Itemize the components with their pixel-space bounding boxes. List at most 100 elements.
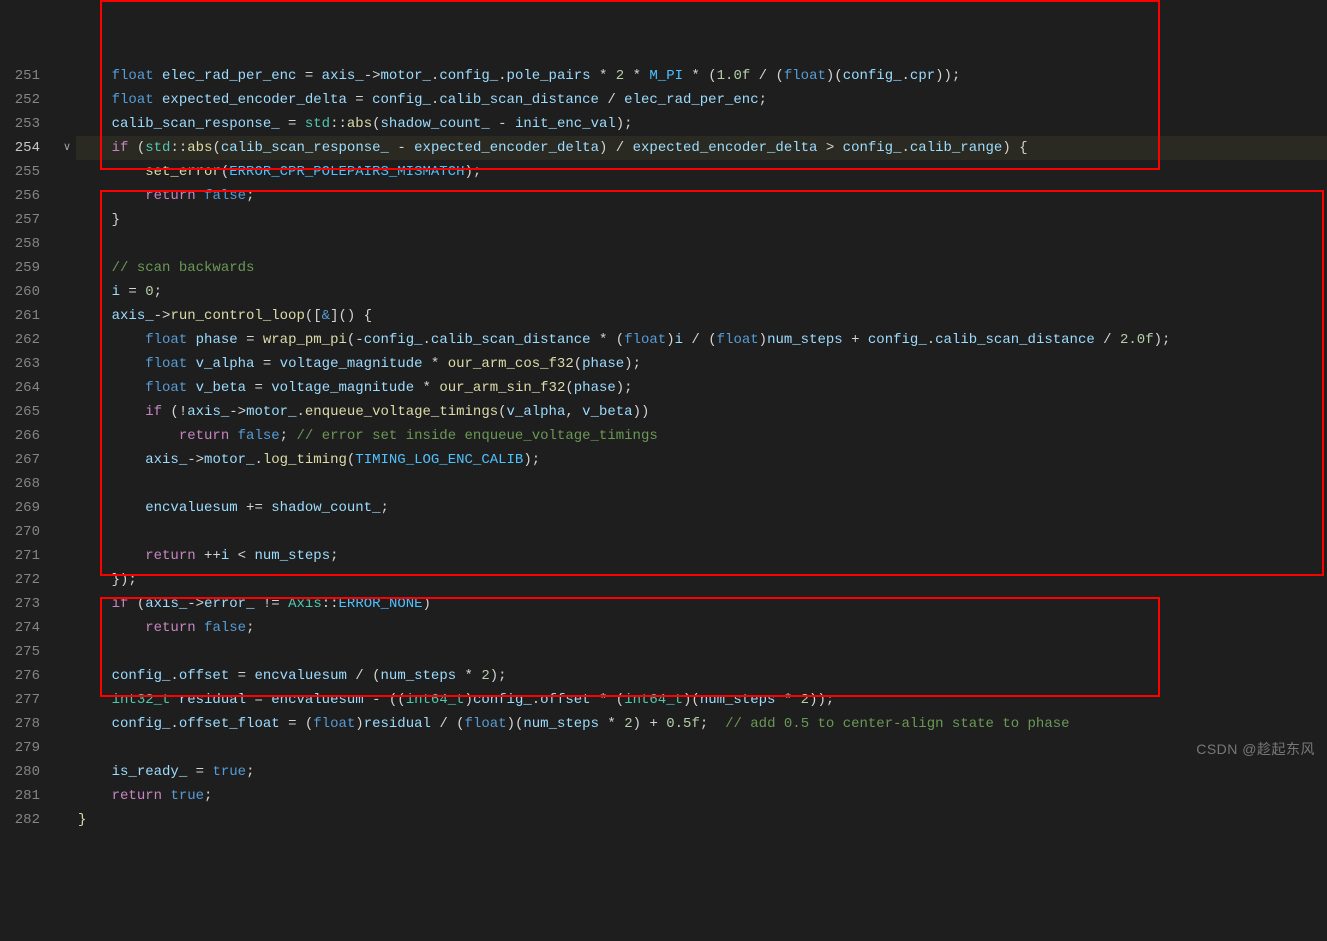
fold-marker[interactable] (58, 736, 76, 760)
code-token: set_error (145, 164, 221, 180)
fold-marker[interactable] (58, 160, 76, 184)
code-line[interactable]: if (axis_->error_ != Axis::ERROR_NONE) (76, 592, 1327, 616)
code-token: . (170, 668, 178, 684)
code-token (843, 332, 851, 348)
code-line[interactable] (76, 640, 1327, 664)
code-line[interactable]: calib_scan_response_ = std::abs(shadow_c… (76, 112, 1327, 136)
fold-marker[interactable] (58, 424, 76, 448)
code-token: } (78, 212, 120, 228)
code-token: axis_ (145, 452, 187, 468)
code-line[interactable]: config_.offset = encvaluesum / (num_step… (76, 664, 1327, 688)
code-token (448, 716, 456, 732)
code-token: axis_ (187, 404, 229, 420)
fold-marker[interactable] (58, 64, 76, 88)
code-token: abs (187, 140, 212, 156)
fold-column[interactable] (58, 64, 76, 829)
fold-marker[interactable] (58, 472, 76, 496)
fold-marker[interactable] (58, 136, 76, 160)
fold-marker[interactable] (58, 808, 76, 832)
code-area[interactable]: float elec_rad_per_enc = axis_->motor_.c… (76, 64, 1327, 829)
code-token (700, 332, 708, 348)
fold-marker[interactable] (58, 592, 76, 616)
fold-marker[interactable] (58, 280, 76, 304)
code-line[interactable] (76, 520, 1327, 544)
line-number: 264 (0, 376, 40, 400)
fold-marker[interactable] (58, 208, 76, 232)
code-line[interactable]: float elec_rad_per_enc = axis_->motor_.c… (76, 64, 1327, 88)
code-token: ; (204, 788, 212, 804)
code-token (591, 68, 599, 84)
fold-marker[interactable] (58, 664, 76, 688)
fold-marker[interactable] (58, 304, 76, 328)
code-line[interactable]: float v_beta = voltage_magnitude * our_a… (76, 376, 1327, 400)
fold-marker[interactable] (58, 376, 76, 400)
code-token (154, 68, 162, 84)
code-line[interactable]: }); (76, 568, 1327, 592)
code-line[interactable]: // scan backwards (76, 256, 1327, 280)
code-line[interactable]: encvaluesum += shadow_count_; (76, 496, 1327, 520)
code-token: ); (616, 116, 633, 132)
code-line[interactable]: return false; (76, 616, 1327, 640)
fold-marker[interactable] (58, 184, 76, 208)
code-line[interactable]: float phase = wrap_pm_pi(-config_.calib_… (76, 328, 1327, 352)
code-line[interactable]: if (std::abs(calib_scan_response_ - expe… (76, 136, 1327, 160)
fold-marker[interactable] (58, 352, 76, 376)
code-token: expected_encoder_delta (633, 140, 818, 156)
code-token: 1.0f (717, 68, 751, 84)
code-token: residual (179, 692, 246, 708)
code-token (78, 692, 112, 708)
line-number: 271 (0, 544, 40, 568)
code-line[interactable]: } (76, 208, 1327, 232)
code-line[interactable]: float expected_encoder_delta = config_.c… (76, 88, 1327, 112)
fold-marker[interactable] (58, 328, 76, 352)
chevron-down-icon[interactable] (63, 143, 71, 154)
fold-marker[interactable] (58, 688, 76, 712)
code-line[interactable] (76, 472, 1327, 496)
code-editor[interactable]: 2512522532542552562572582592602612622632… (0, 64, 1327, 829)
line-number: 280 (0, 760, 40, 784)
code-line[interactable]: if (!axis_->motor_.enqueue_voltage_timin… (76, 400, 1327, 424)
fold-marker[interactable] (58, 640, 76, 664)
code-token: = (128, 284, 136, 300)
code-line[interactable]: is_ready_ = true; (76, 760, 1327, 784)
fold-marker[interactable] (58, 568, 76, 592)
code-token (280, 596, 288, 612)
code-line[interactable]: } (76, 808, 1327, 832)
code-token (187, 356, 195, 372)
code-line[interactable]: set_error(ERROR_CPR_POLEPAIRS_MISMATCH); (76, 160, 1327, 184)
code-line[interactable] (76, 736, 1327, 760)
code-line[interactable]: return true; (76, 784, 1327, 808)
code-line[interactable]: int32_t residual = encvaluesum - ((int64… (76, 688, 1327, 712)
fold-marker[interactable] (58, 232, 76, 256)
code-line[interactable]: axis_->run_control_loop([&]() { (76, 304, 1327, 328)
code-token: > (826, 140, 834, 156)
code-token (78, 140, 112, 156)
code-line[interactable]: float v_alpha = voltage_magnitude * our_… (76, 352, 1327, 376)
code-line[interactable] (76, 232, 1327, 256)
code-line[interactable]: return false; // error set inside enqueu… (76, 424, 1327, 448)
code-token: . (297, 404, 305, 420)
code-line[interactable]: axis_->motor_.log_timing(TIMING_LOG_ENC_… (76, 448, 1327, 472)
fold-marker[interactable] (58, 400, 76, 424)
fold-marker[interactable] (58, 448, 76, 472)
fold-marker[interactable] (58, 520, 76, 544)
fold-marker[interactable] (58, 760, 76, 784)
code-token: + (649, 716, 657, 732)
fold-marker[interactable] (58, 256, 76, 280)
fold-marker[interactable] (58, 712, 76, 736)
code-token: = (254, 692, 262, 708)
fold-marker[interactable] (58, 496, 76, 520)
code-token: ); (465, 164, 482, 180)
fold-marker[interactable] (58, 544, 76, 568)
code-token (229, 668, 237, 684)
code-line[interactable]: return false; (76, 184, 1327, 208)
fold-marker[interactable] (58, 112, 76, 136)
code-token (775, 692, 783, 708)
code-line[interactable]: config_.offset_float = (float)residual /… (76, 712, 1327, 736)
fold-marker[interactable] (58, 88, 76, 112)
code-line[interactable]: return ++i < num_steps; (76, 544, 1327, 568)
fold-marker[interactable] (58, 616, 76, 640)
code-line[interactable]: i = 0; (76, 280, 1327, 304)
watermark: CSDN @趁起东风 (1196, 739, 1315, 759)
fold-marker[interactable] (58, 784, 76, 808)
